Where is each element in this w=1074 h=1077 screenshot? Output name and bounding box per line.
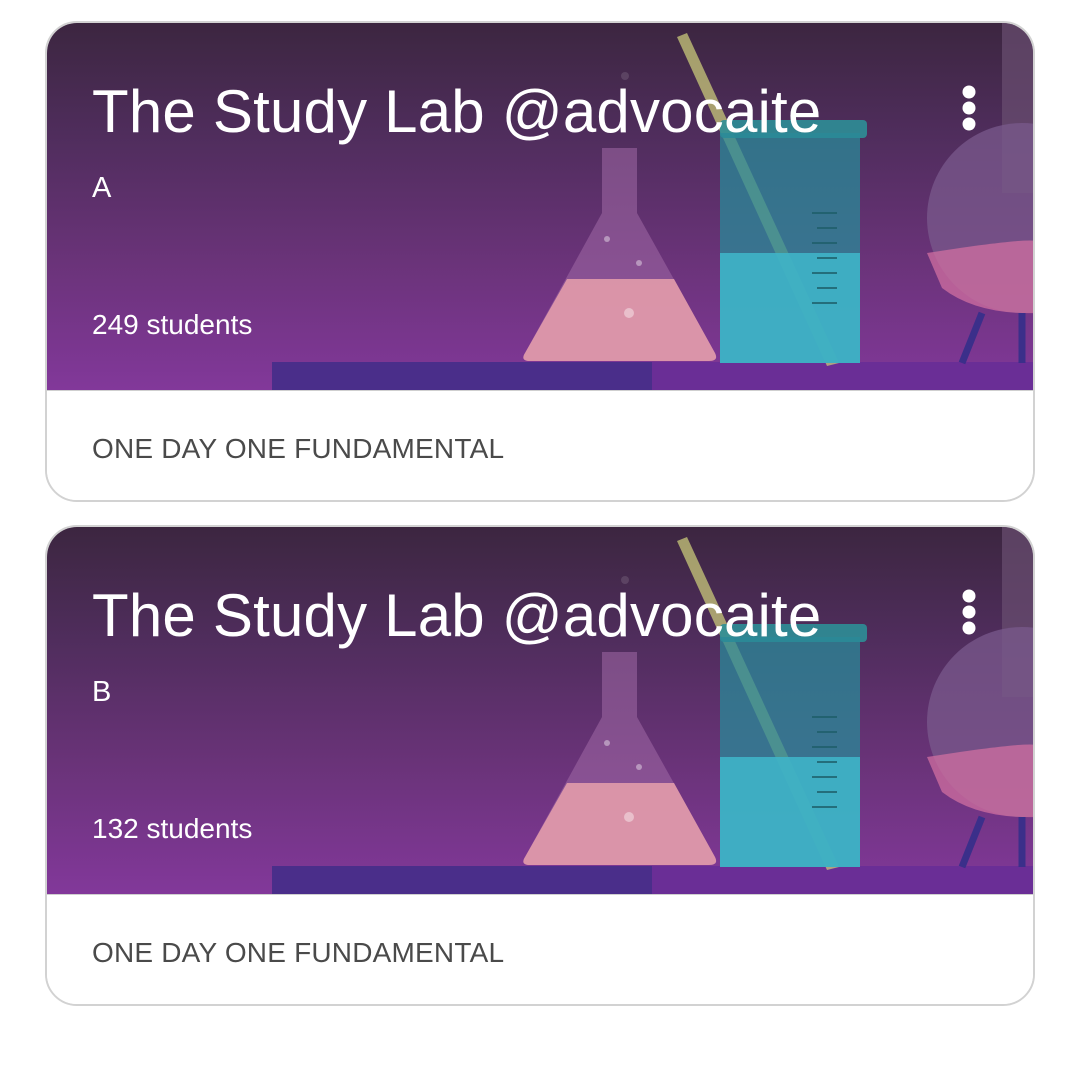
more-options-button[interactable] <box>943 579 995 645</box>
class-description: ONE DAY ONE FUNDAMENTAL <box>92 433 505 464</box>
class-card-banner[interactable]: The Study Lab @advocaite B 132 students <box>47 527 1033 894</box>
more-vert-icon <box>962 589 976 635</box>
class-title[interactable]: The Study Lab @advocaite <box>92 77 822 146</box>
class-title[interactable]: The Study Lab @advocaite <box>92 581 822 650</box>
more-vert-icon <box>962 85 976 131</box>
class-card[interactable]: The Study Lab @advocaite A 249 students … <box>45 21 1035 502</box>
class-card-footer: ONE DAY ONE FUNDAMENTAL <box>47 894 1033 1004</box>
student-count: 249 students <box>92 309 253 340</box>
more-options-button[interactable] <box>943 75 995 141</box>
class-card-footer: ONE DAY ONE FUNDAMENTAL <box>47 390 1033 500</box>
class-description: ONE DAY ONE FUNDAMENTAL <box>92 937 505 968</box>
class-section: B <box>92 676 112 708</box>
class-card-banner[interactable]: The Study Lab @advocaite A 249 students <box>47 23 1033 390</box>
class-card[interactable]: The Study Lab @advocaite B 132 students … <box>45 525 1035 1006</box>
student-count: 132 students <box>92 813 253 844</box>
class-section: A <box>92 172 112 204</box>
